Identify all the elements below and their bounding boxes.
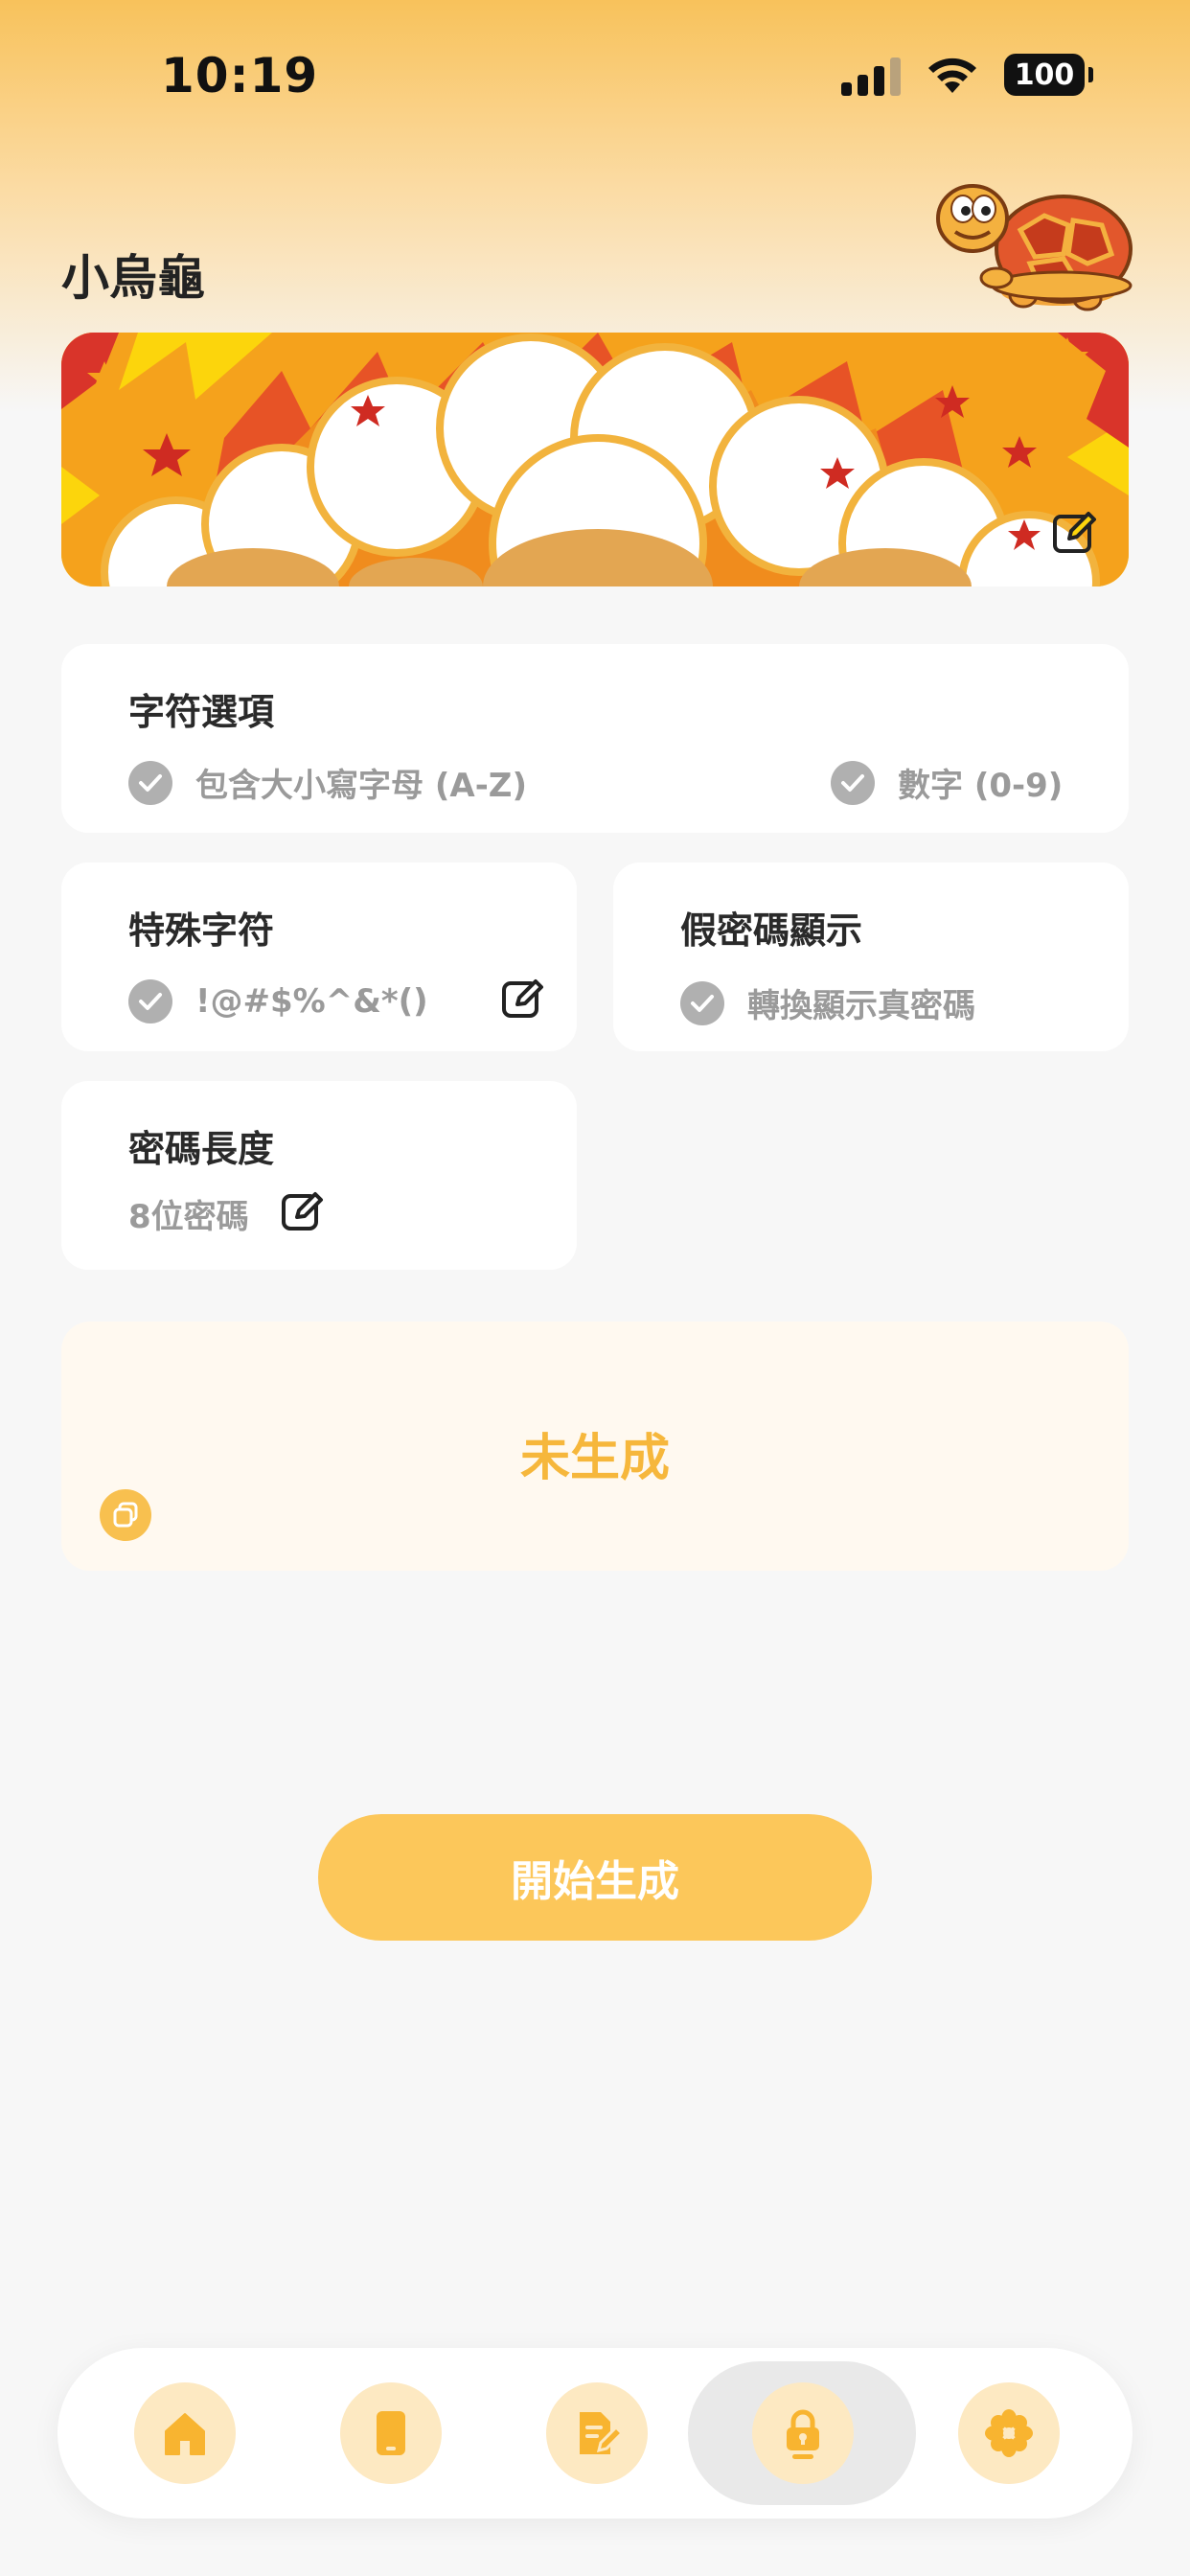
password-result-text: 未生成 [519, 1430, 670, 1487]
option-digits[interactable]: 數字 (0-9) [831, 759, 1063, 806]
password-length-option: 8位密碼 [128, 1190, 249, 1237]
tab-settings[interactable] [958, 2382, 1060, 2484]
special-chars-card: 特殊字符 !@#$%^&*() [61, 862, 577, 1051]
character-options-title: 字符選項 [128, 691, 275, 733]
special-chars-value: !@#$%^&*() [195, 982, 428, 1021]
document-edit-icon [580, 2412, 624, 2454]
bottom-tab-bar [57, 2348, 1133, 2518]
wifi-icon [928, 58, 976, 93]
generate-button[interactable]: 開始生成 [318, 1814, 872, 1941]
character-options-card: 字符選項 包含大小寫字母 (A-Z) 數字 (0-9) [61, 644, 1129, 833]
password-result-panel: 未生成 [61, 1322, 1129, 1571]
explosion-illustration [61, 333, 1129, 586]
option-letters-label: 包含大小寫字母 (A-Z) [195, 767, 527, 805]
checkmark-icon [680, 980, 724, 1025]
edit-length-icon[interactable] [280, 1188, 326, 1234]
special-chars-option[interactable]: !@#$%^&*() [128, 979, 428, 1024]
tab-device[interactable] [340, 2382, 442, 2484]
cellular-signal-icon [841, 54, 901, 96]
special-chars-title: 特殊字符 [128, 909, 275, 952]
fake-password-card: 假密碼顯示 轉換顯示真密碼 [613, 862, 1129, 1051]
edit-banner-icon[interactable] [1050, 508, 1100, 558]
password-length-value: 8位密碼 [128, 1198, 249, 1236]
flower-settings-icon [985, 2409, 1033, 2457]
option-digits-label: 數字 (0-9) [898, 767, 1064, 805]
copy-icon[interactable] [100, 1489, 151, 1541]
option-letters[interactable]: 包含大小寫字母 (A-Z) [128, 759, 527, 806]
battery-icon: 100 [1004, 54, 1093, 96]
checkmark-icon [128, 979, 172, 1024]
status-time: 10:19 [161, 48, 319, 104]
status-icons: 100 [841, 54, 1093, 96]
tab-notes[interactable] [546, 2382, 648, 2484]
fake-password-value: 轉換顯示真密碼 [747, 987, 975, 1025]
tablet-icon [377, 2411, 405, 2455]
password-length-title: 密碼長度 [128, 1128, 275, 1170]
lock-icon [787, 2409, 819, 2459]
checkmark-icon [128, 760, 172, 805]
tab-password[interactable] [752, 2382, 854, 2484]
page-title: 小烏龜 [61, 250, 205, 306]
fake-password-option[interactable]: 轉換顯示真密碼 [680, 979, 975, 1026]
password-length-card: 密碼長度 8位密碼 [61, 1081, 577, 1270]
battery-level: 100 [1014, 58, 1075, 92]
screen: 10:19 100 小烏龜 字符選項 包含大小寫字母 (A-Z) 數字 (0-9… [0, 0, 1190, 2576]
banner-image [61, 333, 1129, 586]
tab-home[interactable] [134, 2382, 236, 2484]
edit-special-chars-icon[interactable] [500, 976, 546, 1022]
turtle-mascot-icon [936, 184, 1133, 311]
home-icon [165, 2413, 205, 2455]
checkmark-icon [831, 760, 875, 805]
fake-password-title: 假密碼顯示 [680, 909, 863, 952]
